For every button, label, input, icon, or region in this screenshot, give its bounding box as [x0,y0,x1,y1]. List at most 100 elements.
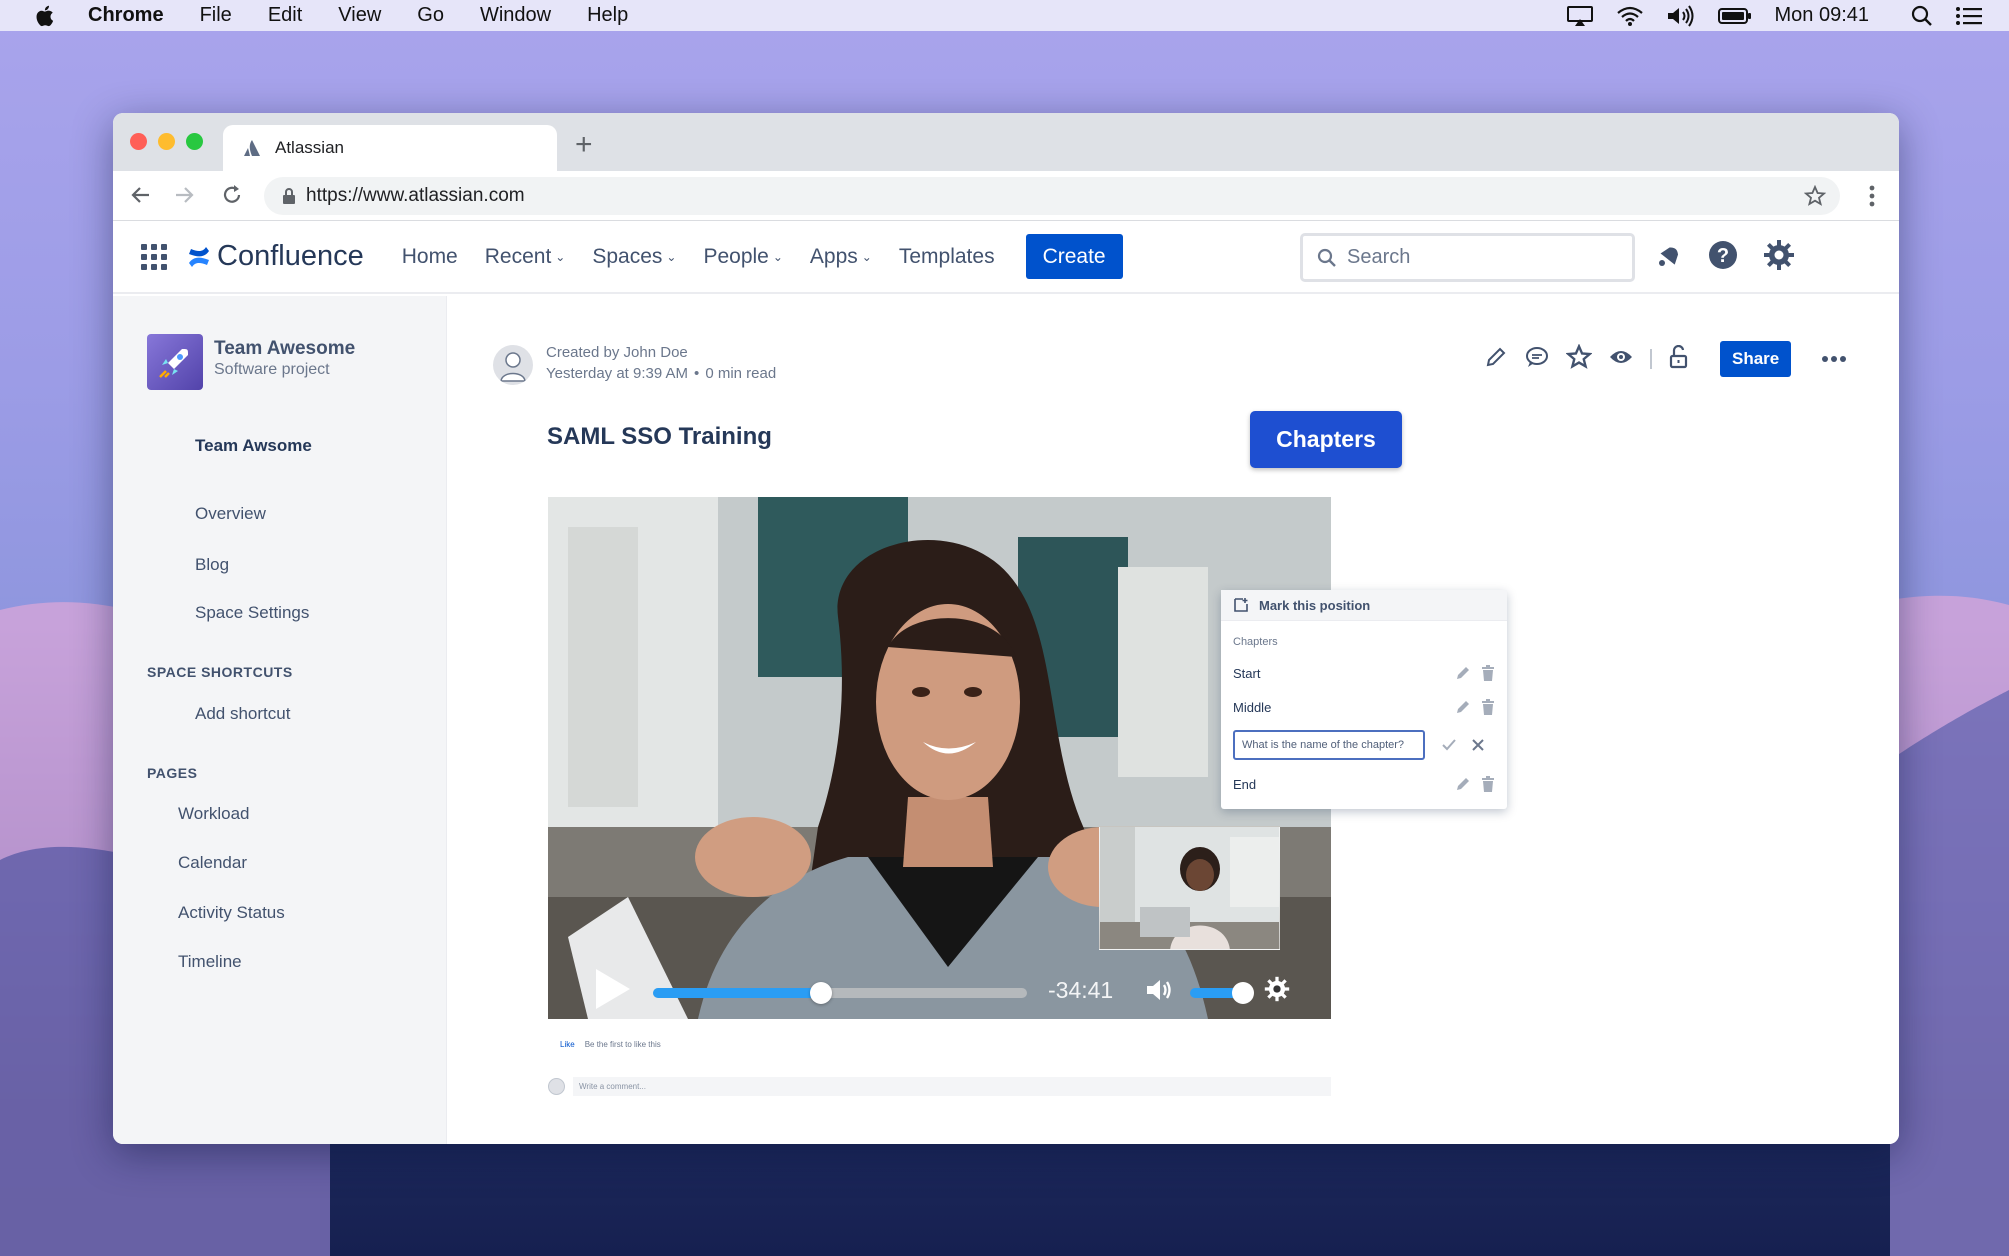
chapter-row[interactable]: Middle [1233,694,1495,720]
nav-templates[interactable]: Templates [899,245,995,269]
edit-pencil-icon[interactable] [1484,345,1508,374]
sidebar-item-overview[interactable]: Overview [195,504,266,524]
chapter-label: End [1233,776,1257,792]
read-time: 0 min read [705,365,777,382]
settings-gear-icon[interactable] [1763,239,1795,276]
add-shortcut-link[interactable]: Add shortcut [195,704,290,724]
restrictions-unlock-icon[interactable] [1668,344,1690,374]
minimize-window-button[interactable] [158,133,175,150]
new-tab-button[interactable]: + [575,125,593,165]
help-icon[interactable]: ? [1707,239,1739,276]
sidebar-page-activity-status[interactable]: Activity Status [178,903,285,923]
bookmark-star-icon[interactable] [1803,184,1827,212]
sidebar-item-blog[interactable]: Blog [195,555,229,575]
confluence-logo[interactable]: Confluence [187,240,364,273]
url-text: https://www.atlassian.com [306,185,525,206]
chapter-edit-row: What is the name of the chapter? [1233,729,1495,761]
back-icon[interactable] [129,183,153,212]
browser-window: Atlassian + https://www.atlassian.com Co… [113,113,1899,1144]
play-icon[interactable] [592,967,632,1016]
pages-title: PAGES [147,765,198,781]
share-button[interactable]: Share [1720,341,1792,377]
seek-bar[interactable] [653,982,1027,1004]
app-switcher-icon[interactable] [141,243,167,270]
apple-icon[interactable] [34,5,54,27]
sidebar-item-space-home[interactable]: Team Awsome [195,436,312,456]
menu-view[interactable]: View [338,4,381,27]
chapter-label: Middle [1233,699,1272,715]
nav-people-label: People [703,244,769,268]
chapter-row[interactable]: End [1233,771,1495,797]
seek-bar-progress [653,988,822,998]
zoom-window-button[interactable] [186,133,203,150]
sidebar-page-calendar[interactable]: Calendar [178,853,247,873]
space-avatar[interactable] [147,334,203,390]
wifi-icon[interactable] [1616,5,1644,27]
create-button[interactable]: Create [1025,234,1123,279]
trash-icon[interactable] [1481,776,1495,792]
volume-handle[interactable] [1232,982,1254,1004]
more-actions-icon[interactable] [1821,350,1847,368]
comment-input[interactable]: Write a comment... [573,1077,1331,1096]
author-avatar[interactable] [493,345,533,385]
menu-go[interactable]: Go [417,4,444,27]
chapter-name-input[interactable]: What is the name of the chapter? [1233,730,1425,760]
edit-pencil-icon[interactable] [1455,665,1471,681]
menu-window[interactable]: Window [480,4,551,27]
nav-recent[interactable]: Recent ⌄ [485,245,566,269]
edit-pencil-icon[interactable] [1455,699,1471,715]
nav-spaces[interactable]: Spaces ⌄ [592,245,676,269]
volume-icon[interactable] [1145,977,1175,1008]
menubar-clock[interactable]: Mon 09:41 [1774,4,1869,27]
window-controls [130,133,203,150]
sidebar-page-timeline[interactable]: Timeline [178,952,242,972]
browser-tab[interactable]: Atlassian [223,125,557,171]
notification-center-icon[interactable] [1955,6,1983,26]
spotlight-search-icon[interactable] [1911,5,1933,27]
confirm-check-icon[interactable] [1441,738,1457,752]
forward-icon[interactable] [172,183,196,212]
search-input[interactable]: Search [1300,233,1635,282]
watch-eye-icon[interactable] [1608,347,1634,372]
picture-in-picture-video[interactable] [1099,826,1280,950]
video-player[interactable]: -34:41 [548,497,1331,1019]
chapters-button[interactable]: Chapters [1250,411,1402,468]
sidebar-page-workload[interactable]: Workload [178,804,250,824]
browser-menu-icon[interactable] [1869,185,1875,212]
close-window-button[interactable] [130,133,147,150]
menu-app-name[interactable]: Chrome [88,4,164,27]
menu-file[interactable]: File [200,4,232,27]
menu-help[interactable]: Help [587,4,628,27]
edit-pencil-icon[interactable] [1455,776,1471,792]
battery-icon[interactable] [1718,7,1752,25]
atlassian-logo-icon [243,139,261,157]
tab-strip: Atlassian + [113,113,1899,171]
address-bar[interactable]: https://www.atlassian.com [264,177,1840,215]
chapter-row[interactable]: Start [1233,660,1495,686]
nav-apps[interactable]: Apps ⌄ [810,245,872,269]
nav-home[interactable]: Home [402,245,458,269]
nav-people[interactable]: People ⌄ [703,245,782,269]
star-icon[interactable] [1565,342,1593,375]
menu-edit[interactable]: Edit [268,4,302,27]
airplay-icon[interactable] [1566,5,1594,27]
notifications-icon[interactable] [1653,240,1683,275]
page-meta: Yesterday at 9:39 AM • 0 min read [546,365,776,382]
cancel-close-icon[interactable] [1471,738,1485,752]
comment-icon[interactable] [1524,345,1550,374]
sidebar-item-space-settings[interactable]: Space Settings [195,603,309,623]
trash-icon[interactable] [1481,699,1495,715]
main-nav: Home Recent ⌄ Spaces ⌄ People ⌄ Apps ⌄ Templ… [402,234,1123,279]
reload-icon[interactable] [220,183,244,212]
trash-icon[interactable] [1481,665,1495,681]
seek-handle[interactable] [810,982,833,1004]
mark-position-button[interactable]: Mark this position [1221,590,1507,621]
like-link[interactable]: Like [560,1040,575,1049]
video-settings-gear-icon[interactable] [1264,976,1290,1007]
nav-apps-label: Apps [809,244,858,268]
nav-recent-label: Recent [484,244,552,268]
nav-templates-label: Templates [898,244,995,268]
volume-icon[interactable] [1666,4,1696,27]
space-name[interactable]: Team Awesome [214,338,355,360]
search-placeholder: Search [1347,246,1411,268]
